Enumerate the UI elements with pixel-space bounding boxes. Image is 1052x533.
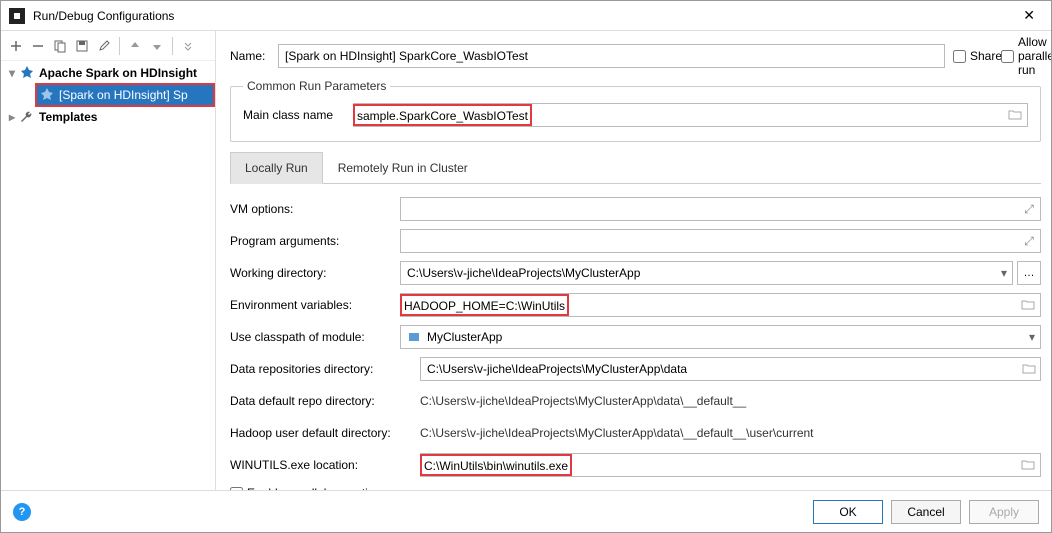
folder-icon[interactable] bbox=[1020, 457, 1036, 473]
expand-icon: ▸ bbox=[5, 110, 19, 124]
chevron-down-icon: ▾ bbox=[1029, 330, 1035, 344]
title-bar: Run/Debug Configurations ✕ bbox=[1, 1, 1051, 31]
main-class-value[interactable]: sample.SparkCore_WasbIOTest bbox=[353, 104, 532, 126]
working-dir-input[interactable] bbox=[400, 261, 1013, 285]
hadoop-user-value: C:\Users\v-jiche\IdeaProjects\MyClusterA… bbox=[420, 426, 814, 440]
tab-locally-run[interactable]: Locally Run bbox=[230, 152, 323, 184]
classpath-select[interactable]: MyClusterApp ▾ bbox=[400, 325, 1041, 349]
app-icon bbox=[9, 8, 25, 24]
name-label: Name: bbox=[230, 49, 270, 63]
sidebar: ▾ Apache Spark on HDInsight [Spark on HD… bbox=[1, 31, 216, 490]
tree-node-templates[interactable]: ▸ Templates bbox=[1, 107, 215, 127]
tab-remotely-run[interactable]: Remotely Run in Cluster bbox=[323, 152, 483, 183]
vm-options-label: VM options: bbox=[230, 202, 400, 216]
tree-node-spark-hdinsight[interactable]: ▾ Apache Spark on HDInsight bbox=[1, 63, 215, 83]
winutils-value[interactable]: C:\WinUtils\bin\winutils.exe bbox=[420, 454, 572, 476]
default-repo-value: C:\Users\v-jiche\IdeaProjects\MyClusterA… bbox=[420, 394, 746, 408]
ok-button[interactable]: OK bbox=[813, 500, 883, 524]
folder-icon[interactable] bbox=[1007, 107, 1023, 123]
separator bbox=[172, 37, 173, 55]
spark-icon bbox=[39, 87, 55, 103]
browse-button[interactable]: … bbox=[1017, 261, 1041, 285]
config-toolbar bbox=[1, 31, 215, 61]
spark-icon bbox=[19, 65, 35, 81]
env-vars-label: Environment variables: bbox=[230, 298, 400, 312]
move-up-button[interactable] bbox=[126, 37, 144, 55]
copy-config-button[interactable] bbox=[51, 37, 69, 55]
default-repo-label: Data default repo directory: bbox=[230, 394, 420, 408]
wrench-icon bbox=[19, 109, 35, 125]
move-down-button[interactable] bbox=[148, 37, 166, 55]
help-button[interactable]: ? bbox=[13, 503, 31, 521]
chevron-down-icon[interactable]: ▾ bbox=[1001, 266, 1007, 280]
expand-icon[interactable]: ⤢ bbox=[1021, 233, 1037, 249]
expand-icon[interactable]: ⤢ bbox=[1021, 201, 1037, 217]
main-class-label: Main class name bbox=[243, 108, 353, 122]
cancel-button[interactable]: Cancel bbox=[891, 500, 961, 524]
expand-icon: ▾ bbox=[5, 66, 19, 80]
run-tabs: Locally Run Remotely Run in Cluster bbox=[230, 152, 1041, 184]
apply-button: Apply bbox=[969, 500, 1039, 524]
data-repo-label: Data repositories directory: bbox=[230, 362, 420, 376]
allow-parallel-checkbox[interactable]: Allow parallel run bbox=[1001, 35, 1041, 77]
module-icon bbox=[407, 330, 421, 344]
folder-icon[interactable] bbox=[1020, 297, 1036, 313]
collapse-button[interactable] bbox=[179, 37, 197, 55]
tree-label: Apache Spark on HDInsight bbox=[39, 66, 197, 80]
working-dir-label: Working directory: bbox=[230, 266, 400, 280]
folder-icon[interactable] bbox=[1021, 361, 1037, 377]
tree-node-config-selected[interactable]: [Spark on HDInsight] Sp bbox=[37, 85, 213, 105]
winutils-label: WINUTILS.exe location: bbox=[230, 458, 420, 472]
footer: ? OK Cancel Apply bbox=[1, 490, 1051, 532]
add-config-button[interactable] bbox=[7, 37, 25, 55]
window-title: Run/Debug Configurations bbox=[33, 9, 1015, 23]
separator bbox=[119, 37, 120, 55]
tree-label: Templates bbox=[39, 110, 97, 124]
vm-options-input[interactable] bbox=[400, 197, 1041, 221]
share-checkbox[interactable]: Share bbox=[953, 49, 993, 63]
tree-label: [Spark on HDInsight] Sp bbox=[59, 88, 188, 102]
hadoop-user-label: Hadoop user default directory: bbox=[230, 426, 420, 440]
save-config-button[interactable] bbox=[73, 37, 91, 55]
name-input[interactable] bbox=[278, 44, 945, 68]
classpath-label: Use classpath of module: bbox=[230, 330, 400, 344]
program-args-input[interactable] bbox=[400, 229, 1041, 253]
data-repo-input[interactable] bbox=[420, 357, 1041, 381]
highlight-box: [Spark on HDInsight] Sp bbox=[35, 83, 215, 107]
common-run-parameters: Common Run Parameters Main class name sa… bbox=[230, 79, 1041, 142]
edit-defaults-button[interactable] bbox=[95, 37, 113, 55]
config-tree: ▾ Apache Spark on HDInsight [Spark on HD… bbox=[1, 61, 215, 490]
env-vars-value[interactable]: HADOOP_HOME=C:\WinUtils bbox=[400, 294, 569, 316]
remove-config-button[interactable] bbox=[29, 37, 47, 55]
program-args-label: Program arguments: bbox=[230, 234, 400, 248]
fieldset-legend: Common Run Parameters bbox=[243, 79, 390, 93]
content-pane: Name: Share Allow parallel run Common Ru… bbox=[216, 31, 1051, 490]
close-button[interactable]: ✕ bbox=[1015, 3, 1043, 28]
